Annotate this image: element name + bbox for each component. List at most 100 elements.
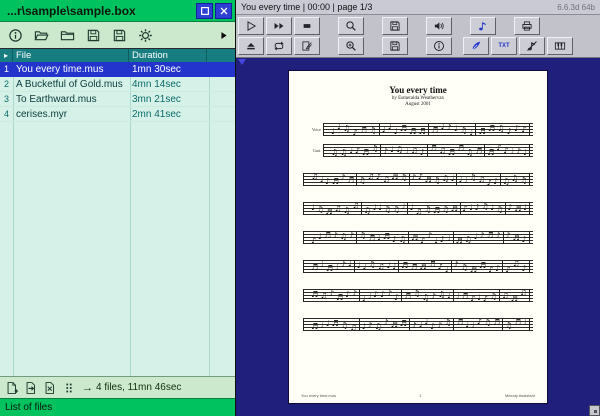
barline: [398, 260, 399, 273]
feather-button[interactable]: [463, 37, 489, 55]
barline: [453, 231, 454, 244]
system-row: ♬♩♬♩♪♩♩♩♫♫♩♩♬♬♬♬♪♩♪♫♬♬♪♪♪♫♪: [303, 260, 533, 273]
edit-icon: [301, 40, 313, 52]
save-icon: [86, 28, 101, 43]
feather-icon: [470, 40, 482, 52]
barline: [460, 202, 461, 215]
page-x-button[interactable]: [42, 380, 58, 396]
cell-duration: 2mn 41sec: [129, 109, 207, 120]
barline: [529, 123, 530, 136]
note-off-button[interactable]: [519, 37, 545, 55]
music-staff: ♫♫♩♪♬♫♪♩♫♩♫♪♬♫♬♬♫♬♬♪♪♩♪♩: [323, 144, 533, 157]
barline: [500, 173, 501, 186]
system-row: ♬♫♪♬♪♪♩♩♪♪♪♪♬♫♫♪♫♩♩♬♪♩♪♫♫♬♫: [303, 289, 533, 302]
save-button[interactable]: [382, 17, 408, 35]
music-staff: ♬♩♬♩♪♩♩♩♫♫♩♩♬♬♬♬♪♩♪♫♬♬♪♪♪♫♪: [303, 260, 533, 273]
zoom-button[interactable]: [338, 17, 364, 35]
column-duration[interactable]: Duration: [129, 49, 207, 62]
system-row: Voice♩♩♫♪♬♫♩♩♩♬♬♬♬♩♪♩♫♩♬♬♫♪♪♪: [303, 123, 533, 136]
cell-filename: cerises.myr: [13, 109, 129, 120]
gear-icon: [138, 28, 153, 43]
folder-open-icon: [34, 28, 49, 43]
page-plus-icon: [5, 381, 19, 395]
barline: [408, 231, 409, 244]
table-row[interactable]: 3To Earthward.mus3mn 21sec: [0, 92, 235, 107]
page-arrow-button[interactable]: [23, 380, 39, 396]
cell-filename: You every time.mus: [13, 64, 129, 75]
edit-button[interactable]: [294, 37, 320, 55]
column-filler: [207, 49, 235, 62]
play-button[interactable]: [238, 17, 264, 35]
gear-button[interactable]: [135, 25, 155, 45]
maximize-button[interactable]: [196, 3, 213, 19]
barline: [453, 289, 454, 302]
column-marker: ▸: [0, 49, 13, 62]
resize-handle[interactable]: [589, 405, 600, 416]
info-button[interactable]: [426, 37, 452, 55]
cell-duration: 3mn 21sec: [129, 94, 207, 105]
barline: [380, 144, 381, 157]
barline: [359, 318, 360, 331]
barline: [529, 144, 530, 157]
note-off-icon: [526, 40, 538, 52]
piano-button[interactable]: [547, 37, 573, 55]
left-titlebar[interactable]: ...r\sample\sample.box: [0, 0, 235, 22]
txt-icon: TXT: [498, 43, 509, 49]
expand-panel-button[interactable]: [218, 28, 230, 42]
ff-button[interactable]: [266, 17, 292, 35]
grip-icon: [62, 381, 76, 395]
barline: [499, 289, 500, 302]
barline: [409, 318, 410, 331]
barline: [503, 231, 504, 244]
page-footer-right: Melody Assistant: [505, 393, 535, 398]
cell-number: 4: [0, 109, 13, 119]
info-button[interactable]: [5, 25, 25, 45]
stop-button[interactable]: [294, 17, 320, 35]
save-button[interactable]: [109, 25, 129, 45]
score-page: You every time by Esmeralda Weathervax A…: [289, 71, 547, 403]
save-button[interactable]: [83, 25, 103, 45]
score-viewport[interactable]: You every time by Esmeralda Weathervax A…: [236, 58, 600, 416]
loop-icon: [273, 40, 285, 52]
page-plus-button[interactable]: [4, 380, 20, 396]
speaker-button[interactable]: [426, 17, 452, 35]
zoom-plus-button[interactable]: [338, 37, 364, 55]
maximize-icon: [199, 5, 211, 17]
barline: [502, 318, 503, 331]
save-button[interactable]: [382, 37, 408, 55]
page-footer-file: You every time.mus: [301, 393, 336, 398]
txt-button[interactable]: TXT: [491, 37, 517, 55]
table-row[interactable]: 2A Bucketful of Gold.mus4mn 14sec: [0, 77, 235, 92]
part-label: Voice: [303, 127, 323, 132]
barline: [401, 289, 402, 302]
save-icon: [389, 40, 401, 52]
zoom-plus-icon: [345, 40, 357, 52]
music-staff: ♫♩♪♬♪♬♫♫♪♫♬♫♪♪♬♫♫♩♩♩♫♫♪♪♫♫♫: [303, 173, 533, 186]
barline: [529, 202, 530, 215]
cell-number: 2: [0, 79, 13, 89]
music-staff: ♩♩♫♪♬♫♩♩♩♬♬♬♬♩♪♩♫♩♬♬♫♪♪♪: [323, 123, 533, 136]
folder-button[interactable]: [57, 25, 77, 45]
eject-icon: [245, 40, 257, 52]
loop-button[interactable]: [266, 37, 292, 55]
column-file[interactable]: File: [13, 49, 129, 62]
note-button[interactable]: [470, 17, 496, 35]
window-title: ...r\sample\sample.box: [7, 4, 194, 18]
save-icon: [389, 20, 401, 32]
close-button[interactable]: [215, 3, 232, 19]
barline: [354, 260, 355, 273]
toolbar-row-1: [238, 17, 598, 35]
stop-icon: [301, 20, 313, 32]
triangle-right-icon: [218, 30, 229, 41]
folder-open-button[interactable]: [31, 25, 51, 45]
table-row[interactable]: 4cerises.myr2mn 41sec: [0, 107, 235, 122]
piece-title: You every time: [303, 85, 533, 95]
file-table: 1You every time.mus1mn 30sec2A Bucketful…: [0, 62, 235, 376]
table-row[interactable]: 1You every time.mus1mn 30sec: [0, 62, 235, 77]
barline: [409, 173, 410, 186]
print-button[interactable]: [514, 17, 540, 35]
arrow-icon: →: [82, 382, 93, 394]
eject-button[interactable]: [238, 37, 264, 55]
app-version: 6.6.3d 64b: [557, 3, 595, 12]
note-icon: [477, 20, 489, 32]
